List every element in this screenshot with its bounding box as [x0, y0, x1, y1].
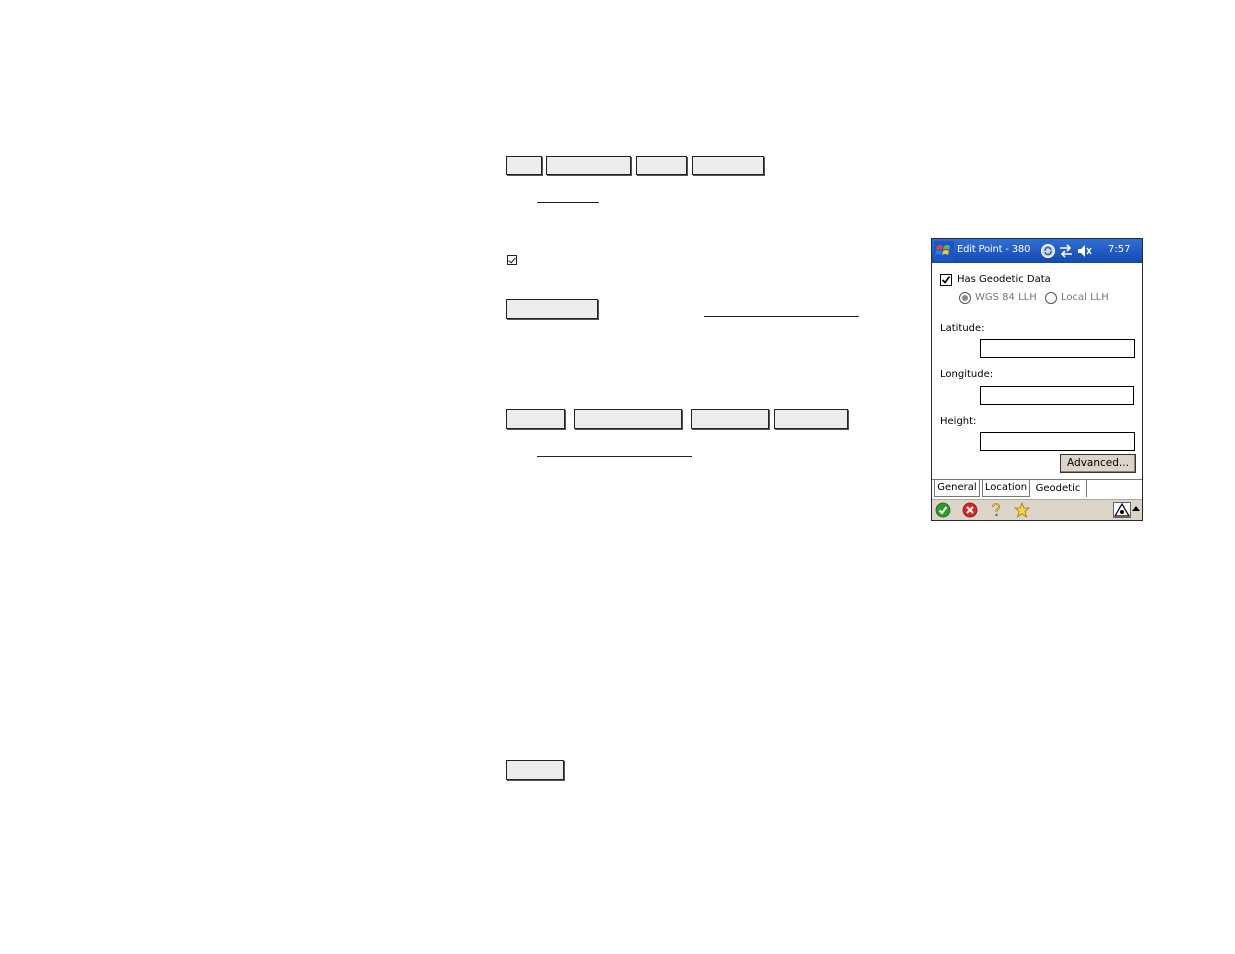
latitude-input[interactable]: [980, 339, 1135, 358]
up-arrow-icon[interactable]: [1132, 505, 1140, 513]
window-title: Edit Point - 380: [957, 244, 1031, 255]
doc-button-8[interactable]: [691, 409, 769, 429]
radio-local-llh-label: Local LLH: [1061, 292, 1109, 303]
radio-wgs84[interactable]: [959, 292, 971, 304]
sync-icon[interactable]: [1040, 243, 1056, 259]
doc-underline-2: [704, 316, 859, 317]
height-label: Height:: [940, 416, 977, 427]
red-x-icon[interactable]: [962, 502, 978, 518]
star-icon[interactable]: [1014, 502, 1030, 518]
doc-underline-3: [537, 456, 692, 457]
height-input[interactable]: [980, 432, 1135, 451]
latitude-label: Latitude:: [940, 323, 985, 334]
doc-button-5[interactable]: [506, 299, 598, 319]
doc-checkbox[interactable]: [507, 255, 517, 265]
has-geodetic-checkbox[interactable]: [940, 274, 952, 286]
doc-button-6[interactable]: [506, 409, 565, 429]
tab-general[interactable]: General: [934, 480, 980, 497]
question-mark-icon[interactable]: [988, 502, 1004, 518]
doc-button-9[interactable]: [774, 409, 848, 429]
tab-bar-filler: [1086, 479, 1142, 497]
doc-underline-1: [537, 202, 599, 203]
doc-button-4[interactable]: [692, 156, 764, 175]
longitude-input[interactable]: [980, 386, 1134, 405]
has-geodetic-label: Has Geodetic Data: [957, 274, 1051, 285]
doc-button-10[interactable]: [506, 760, 564, 780]
radio-local-llh[interactable]: [1045, 292, 1057, 304]
speaker-muted-icon[interactable]: [1076, 243, 1092, 259]
windows-flag-icon[interactable]: [934, 241, 954, 261]
tab-geodetic[interactable]: Geodetic: [1032, 480, 1084, 499]
doc-button-2[interactable]: [546, 156, 631, 175]
radio-wgs84-label: WGS 84 LLH: [975, 292, 1037, 303]
green-check-icon[interactable]: [935, 502, 951, 518]
title-bar: Edit Point - 380 7:57: [932, 239, 1142, 263]
connectivity-arrows-icon[interactable]: [1058, 243, 1074, 259]
command-bar: [932, 499, 1142, 520]
longitude-label: Longitude:: [940, 369, 994, 380]
edit-point-window: Edit Point - 380 7:57 Has Geodetic Data …: [931, 238, 1143, 521]
clock[interactable]: 7:57: [1108, 244, 1130, 255]
tab-bar: General Location Geodetic: [932, 479, 1142, 500]
tab-location[interactable]: Location: [982, 480, 1030, 497]
doc-button-3[interactable]: [636, 156, 687, 175]
input-panel-icon[interactable]: [1113, 502, 1131, 518]
doc-button-7[interactable]: [574, 409, 682, 429]
checkmark-icon: [941, 276, 951, 284]
doc-button-1[interactable]: [506, 156, 542, 175]
advanced-button[interactable]: Advanced...: [1060, 454, 1136, 473]
